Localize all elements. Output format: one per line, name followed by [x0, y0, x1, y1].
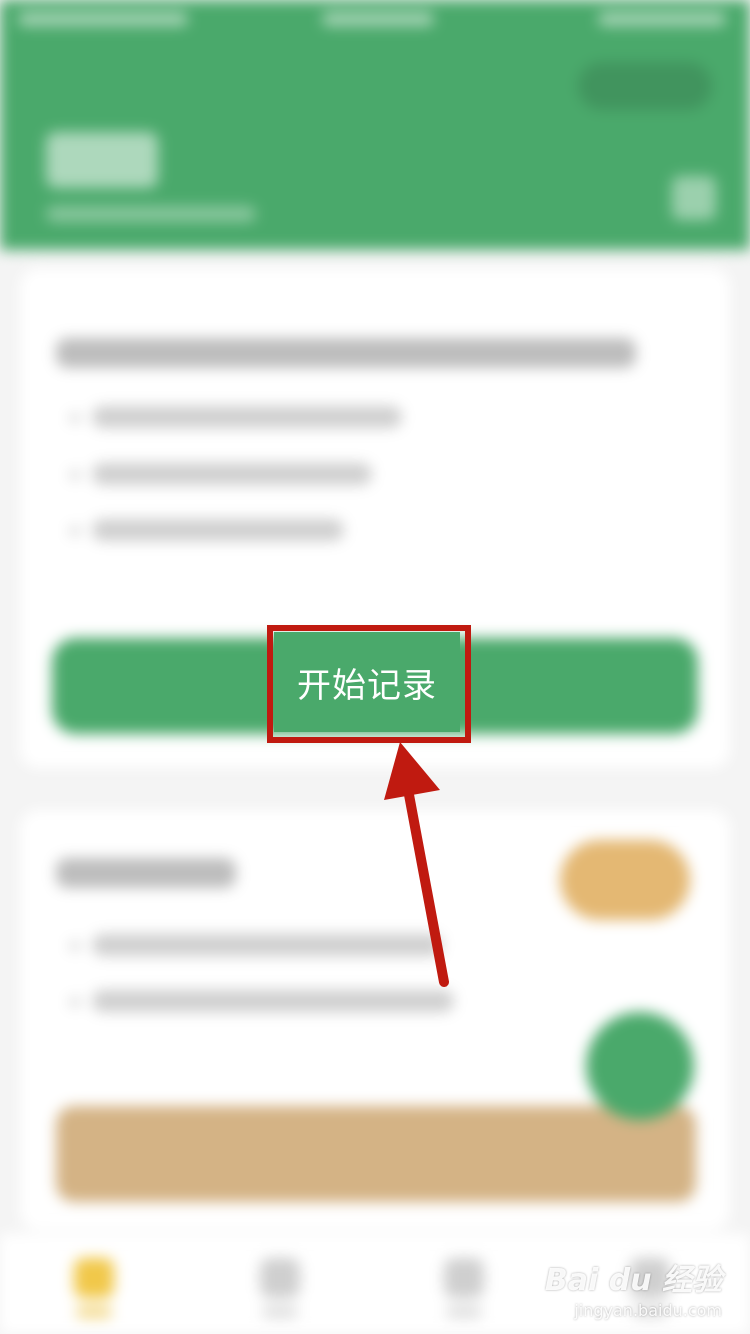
- arrow-icon: [384, 742, 449, 987]
- watermark-url: jingyan.baidu.com: [574, 1301, 722, 1320]
- watermark: Bai du 经验 jingyan.baidu.com: [545, 1255, 722, 1320]
- watermark-brand: Bai du 经验: [544, 1263, 722, 1298]
